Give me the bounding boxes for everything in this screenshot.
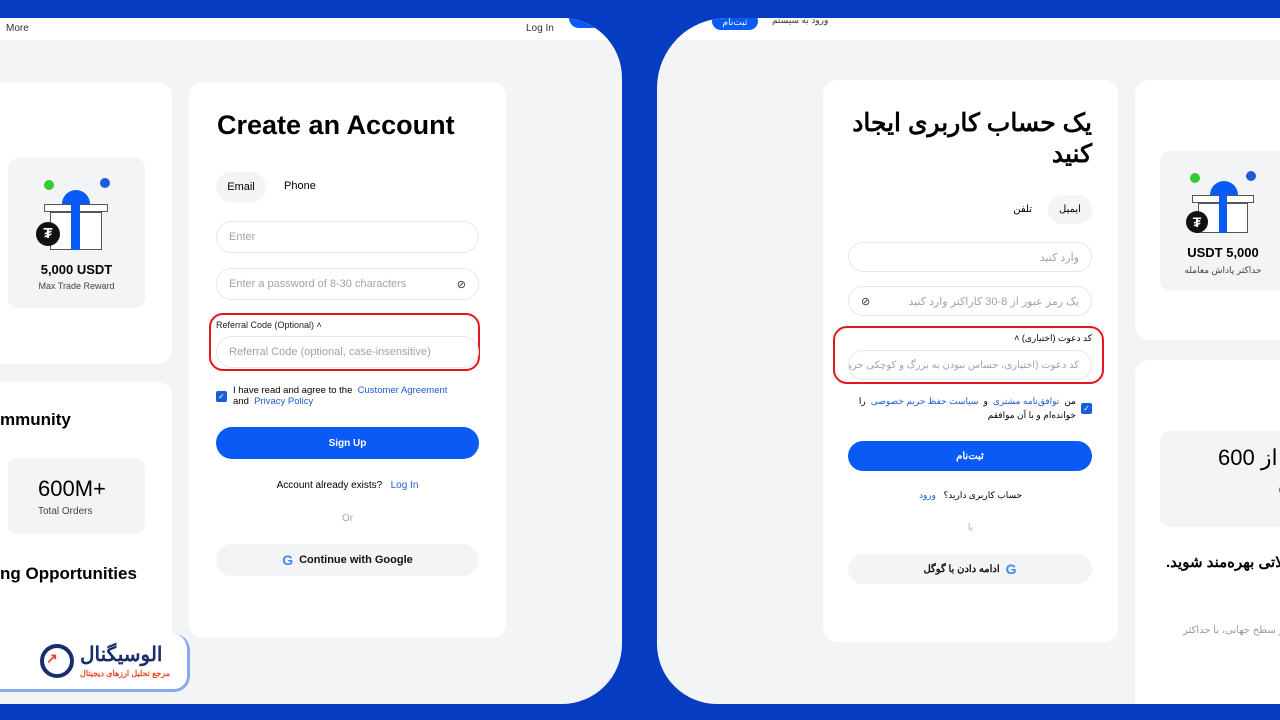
login-prompt: Account already exists? Log In <box>276 480 419 491</box>
orders-stat-rtl: از 600 <box>1218 445 1278 470</box>
agreement-text: I have read and agree to the Customer Ag… <box>233 385 448 407</box>
page-title: Create an Account <box>217 110 455 140</box>
tab-email[interactable]: Email <box>216 172 266 202</box>
signup-nav-button[interactable] <box>569 18 619 28</box>
community-heading-rtl: لاتی بهره‌مند شوید. <box>1166 554 1280 571</box>
customer-agreement-link[interactable]: Customer Agreement <box>358 385 448 396</box>
email-input[interactable]: Enter <box>216 221 479 253</box>
referral-label-rtl[interactable]: کد دعوت (اختیاری) ˄ <box>1014 333 1092 344</box>
google-icon: G <box>282 552 294 568</box>
customer-agreement-link-rtl[interactable]: توافق‌نامه مشتری <box>993 396 1059 406</box>
eye-off-icon[interactable]: ⊘ <box>861 295 870 308</box>
agreement-text-rtl: من توافق‌نامه مشتری و سیاست حفظ حریم خصو… <box>858 396 1076 420</box>
password-placeholder: Enter a password of 8-30 characters <box>229 278 407 290</box>
alsignal-logo: ↗ الوسیگنال مرجع تحلیل ارزهای دیجیتال <box>0 634 190 692</box>
referral-input[interactable]: Referral Code (optional, case-insensitiv… <box>216 336 479 368</box>
reward-label-rtl: حداکثر پاداش معامله <box>1184 265 1262 275</box>
google-button[interactable]: G Continue with Google <box>216 544 479 576</box>
sign-up-button[interactable]: Sign Up <box>216 427 479 459</box>
password-input-rtl[interactable]: یک رمز عبور از 8-30 کاراکتر وارد کنید ⊘ <box>848 286 1092 316</box>
page-title-rtl: یک حساب کاربری ایجاد کنید <box>852 109 1092 168</box>
tab-phone-rtl[interactable]: تلفن <box>1013 204 1032 215</box>
tether-icon: ₮ <box>36 222 60 246</box>
privacy-policy-link-rtl[interactable]: سیاست حفظ حریم خصوصی <box>871 396 979 406</box>
password-placeholder-rtl: یک رمز عبور از 8-30 کاراکتر وارد کنید <box>908 295 1079 308</box>
persian-signup-screenshot: ⤓ ثبت‌نام ورود به سیستم یک حساب کاربری ا… <box>657 18 1280 704</box>
login-link-rtl[interactable]: ورود <box>919 490 936 500</box>
referral-input-rtl[interactable]: کد دعوت (اختیاری، حساس نبودن به بزرگ و ک… <box>848 350 1092 380</box>
or-divider-rtl: یا <box>967 522 974 532</box>
community-desc-rtl: ر سطح جهانی، با حداکثر <box>1183 625 1280 636</box>
referral-label[interactable]: Referral Code (Optional) ˄ <box>216 320 322 330</box>
reward-amount: 5,000 USDT <box>40 262 113 277</box>
more-menu[interactable]: More <box>6 23 29 35</box>
community-heading: mmunity <box>0 410 71 429</box>
community-card-rtl: از 600 ن ها لاتی بهره‌مند شوید. ر سطح جه… <box>1135 360 1280 704</box>
password-input[interactable]: Enter a password of 8-30 characters ⊘ <box>216 268 479 300</box>
or-divider: Or <box>341 513 354 524</box>
tab-email-rtl[interactable]: ایمیل <box>1048 195 1092 224</box>
google-button-rtl[interactable]: G ادامه دادن با گوگل <box>848 554 1092 584</box>
orders-label: Total Orders <box>38 506 93 517</box>
opportunities-heading: ng Opportunities <box>0 564 137 583</box>
email-input-rtl[interactable]: وارد کنید <box>848 242 1092 272</box>
reward-label: Max Trade Reward <box>38 281 115 291</box>
signup-form-card-rtl: یک حساب کاربری ایجاد کنید ایمیل تلفن وار… <box>823 80 1118 642</box>
download-icon[interactable]: ⤓ <box>687 18 692 26</box>
google-icon: G <box>1005 561 1017 577</box>
reward-card-rtl: ₮ USDT 5,000 حداکثر پاداش معامله <box>1135 80 1280 340</box>
eye-off-icon[interactable]: ⊘ <box>457 278 466 291</box>
tether-icon: ₮ <box>1186 211 1208 233</box>
logo-tagline: مرجع تحلیل ارزهای دیجیتال <box>80 669 170 678</box>
login-nav-link[interactable]: ورود به سیستم <box>772 18 828 26</box>
login-prompt-rtl: حساب کاربری دارید؟ ورود <box>918 490 1023 500</box>
reward-amount-rtl: USDT 5,000 <box>1187 245 1259 260</box>
top-nav: More Log In <box>0 18 622 40</box>
sign-up-button-rtl[interactable]: ثبت‌نام <box>848 441 1092 471</box>
signup-form-card: Create an Account Email Phone Enter Ente… <box>189 82 506 638</box>
english-signup-screenshot: More Log In ₮ 5,000 USDT Max Trade Rewar… <box>0 18 622 704</box>
top-nav-rtl: ⤓ ثبت‌نام ورود به سیستم <box>657 18 1280 40</box>
privacy-policy-link[interactable]: Privacy Policy <box>254 396 313 407</box>
logo-name: الوسیگنال <box>80 644 163 666</box>
agree-checkbox[interactable]: ✓ <box>216 391 227 402</box>
agree-checkbox-rtl[interactable]: ✓ <box>1081 403 1092 414</box>
reward-card: ₮ 5,000 USDT Max Trade Reward <box>0 82 172 364</box>
gift-icon: ₮ <box>36 178 110 250</box>
register-nav-button[interactable]: ثبت‌نام <box>712 18 758 30</box>
login-link[interactable]: Log In <box>526 23 554 35</box>
login-link-form[interactable]: Log In <box>391 480 419 491</box>
tab-phone[interactable]: Phone <box>284 180 316 192</box>
magnifier-chart-icon: ↗ <box>40 644 74 678</box>
orders-stat: 600M+ <box>38 476 106 501</box>
gift-icon: ₮ <box>1186 171 1258 233</box>
